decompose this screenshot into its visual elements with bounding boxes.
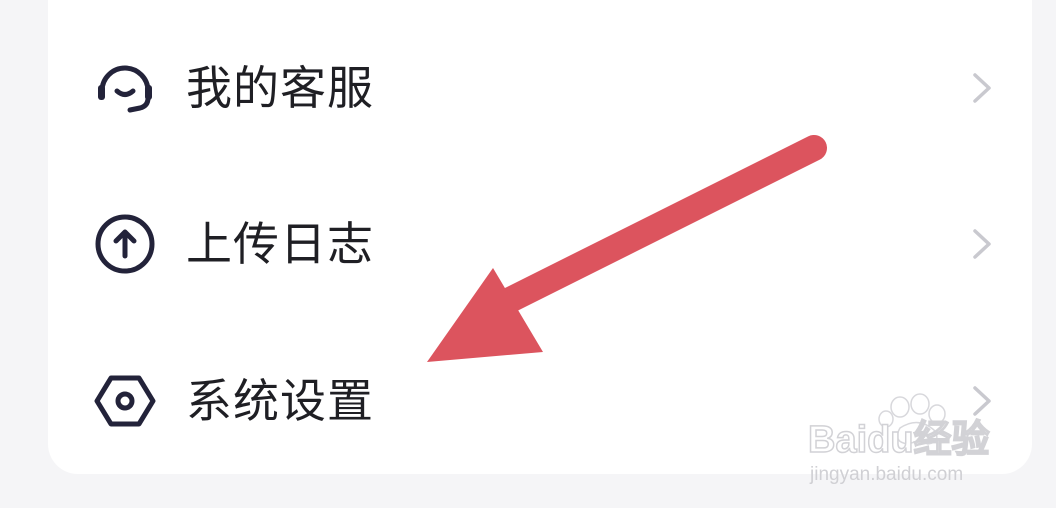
- menu-card: 我的客服 上传日志 系统设置: [48, 0, 1032, 474]
- menu-item-system-settings[interactable]: 系统设置: [48, 341, 1032, 461]
- menu-item-upload-log[interactable]: 上传日志: [48, 184, 1032, 304]
- menu-item-label: 上传日志: [186, 217, 374, 271]
- chevron-right-icon: [973, 73, 991, 103]
- chevron-right-icon: [973, 386, 991, 416]
- chevron-right-icon: [973, 229, 991, 259]
- menu-item-label: 系统设置: [186, 374, 374, 428]
- settings-hexagon-icon: [90, 366, 160, 436]
- customer-service-headset-icon: [90, 53, 160, 123]
- upload-arrow-circle-icon: [90, 209, 160, 279]
- menu-item-label: 我的客服: [186, 61, 374, 115]
- menu-item-customer-service[interactable]: 我的客服: [48, 28, 1032, 148]
- settings-screen: 我的客服 上传日志 系统设置 Baidu经验 jingyan.baidu.com: [0, 0, 1056, 508]
